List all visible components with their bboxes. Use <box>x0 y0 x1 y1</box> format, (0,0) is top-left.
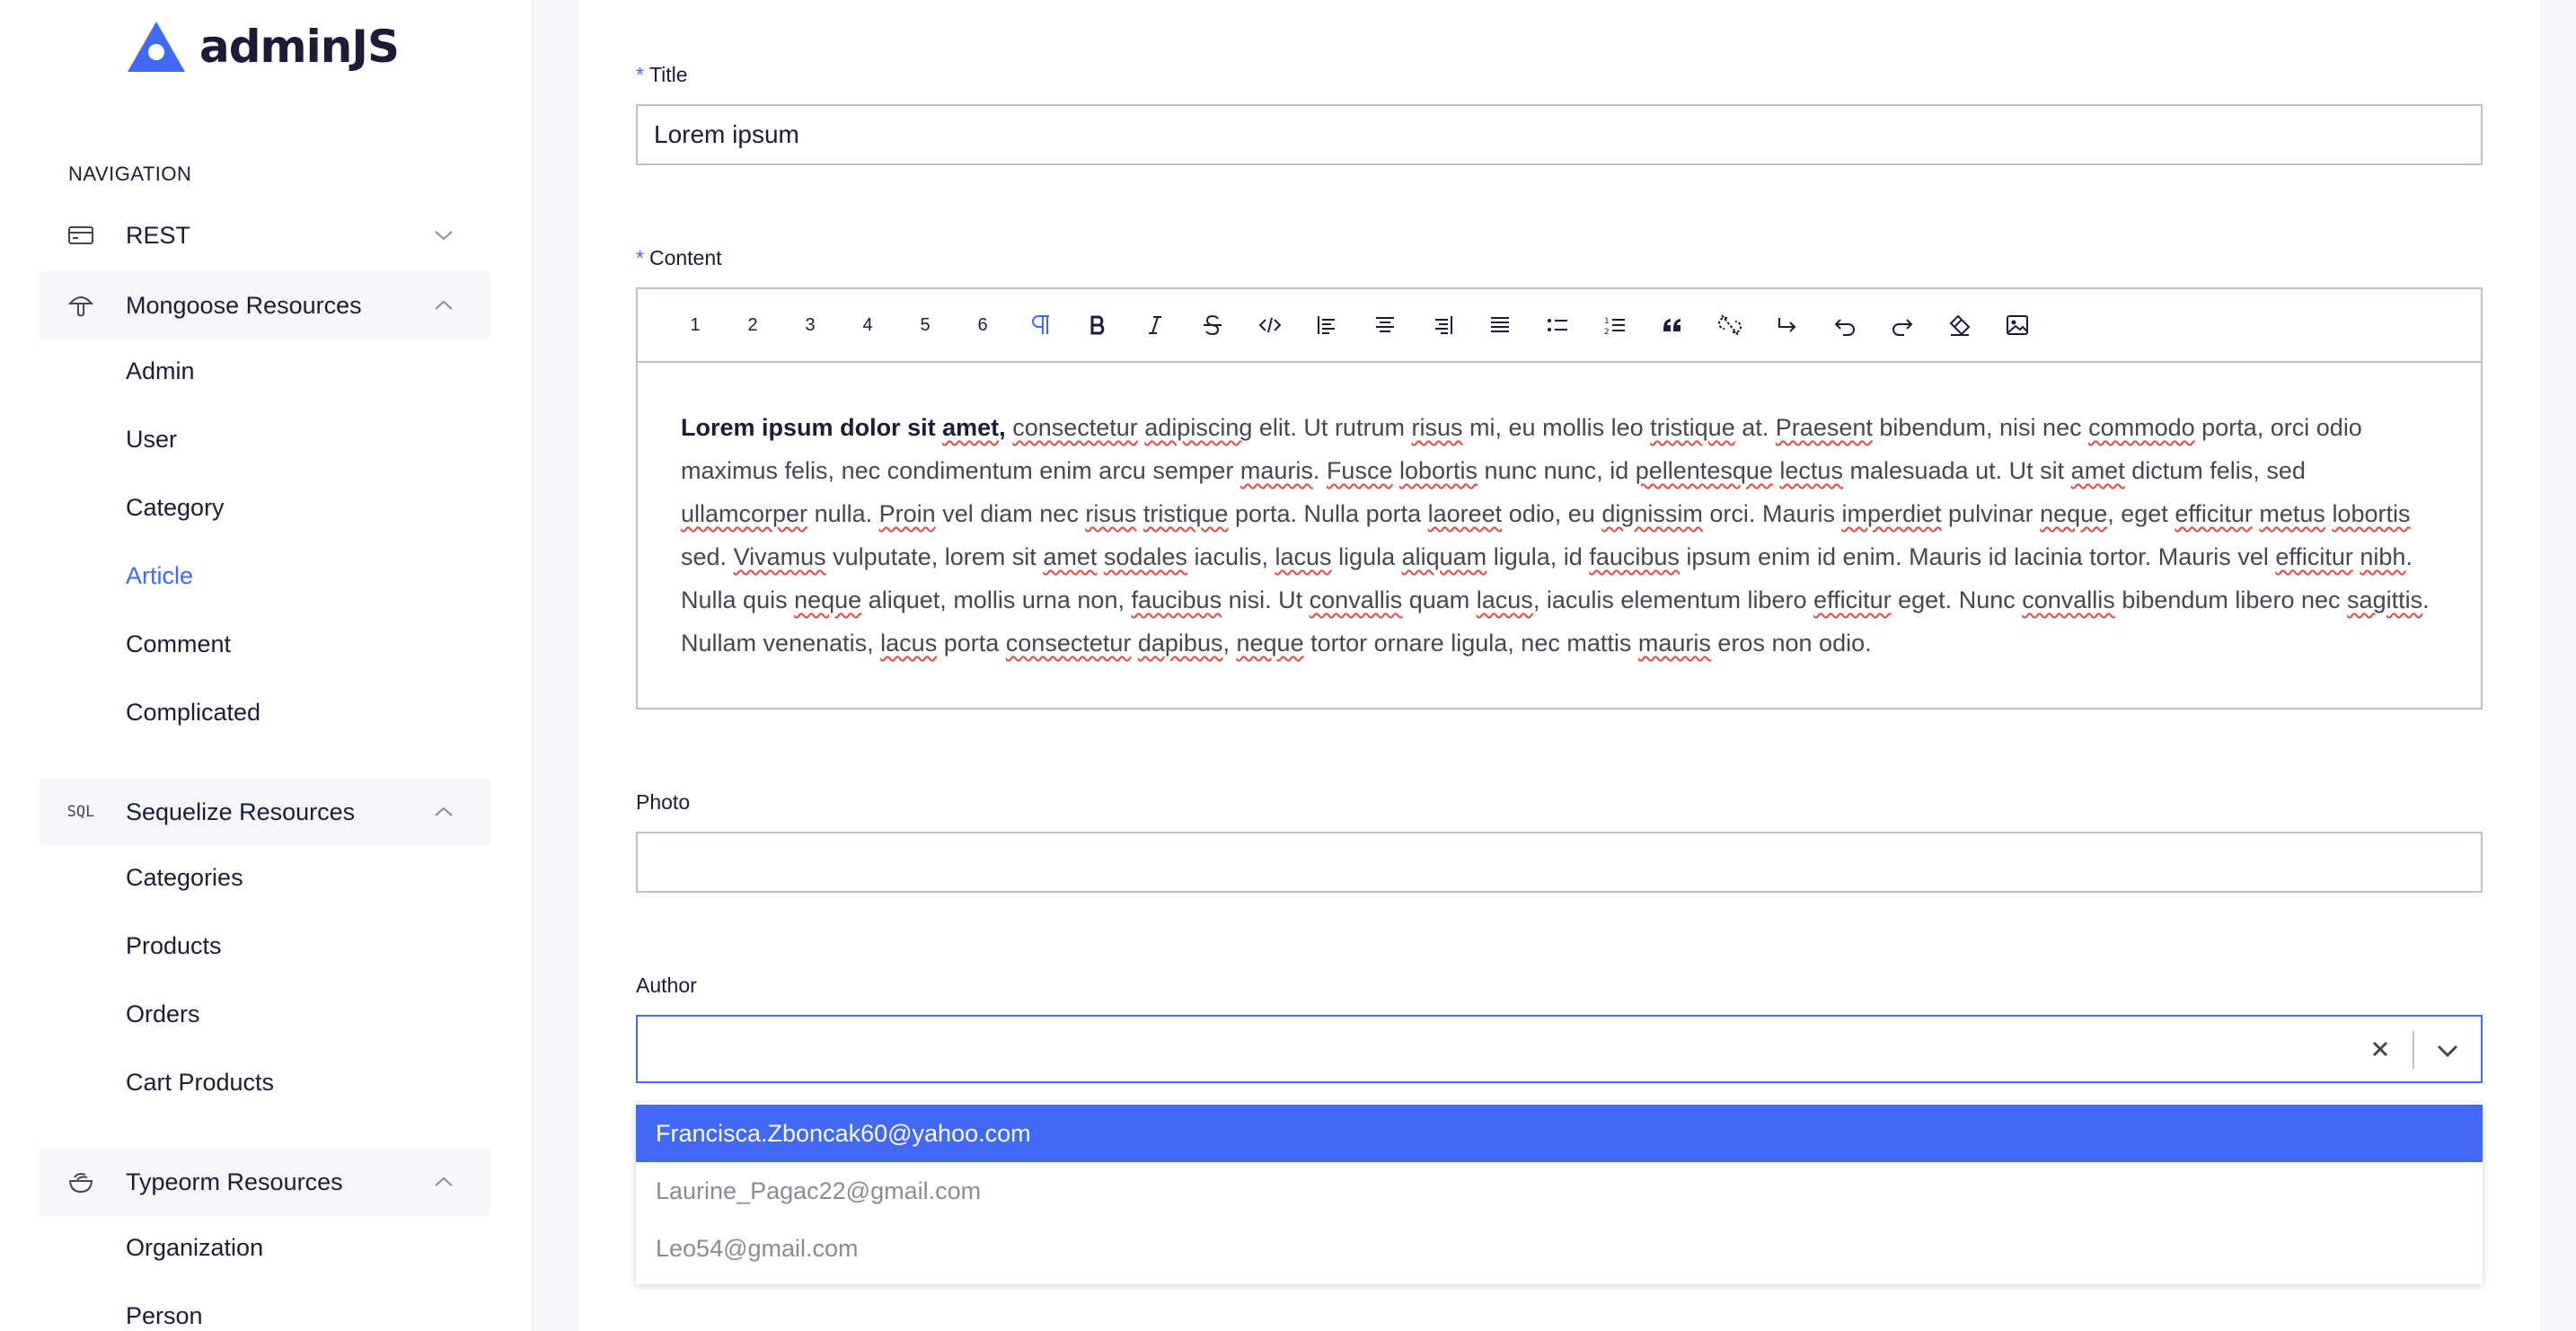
select-separator <box>2413 1031 2414 1069</box>
author-option[interactable]: Leo54@gmail.com <box>636 1220 2483 1277</box>
nav-group-label: Sequelize Resources <box>126 798 356 825</box>
close-icon[interactable] <box>2368 1036 2393 1062</box>
heading-3-button[interactable]: 3 <box>781 304 839 347</box>
heading-1-button[interactable]: 1 <box>666 304 724 347</box>
editor-content[interactable]: Lorem ipsum dolor sit amet, consectetur … <box>638 363 2481 665</box>
svg-text:1: 1 <box>1604 317 1610 326</box>
sidebar-item-admin[interactable]: Admin <box>126 357 195 385</box>
svg-text:2: 2 <box>1604 328 1610 337</box>
chevron-up-icon[interactable] <box>433 296 454 314</box>
chevron-down-icon[interactable] <box>2434 1038 2461 1063</box>
required-mark: * <box>636 63 644 86</box>
title-input[interactable] <box>636 104 2483 165</box>
chevron-up-icon[interactable] <box>433 803 454 821</box>
rich-text-editor[interactable]: 1 2 3 4 5 6 1 2 Lorem ipsum dolor sit am… <box>636 287 2483 710</box>
align-left-icon[interactable] <box>1299 304 1356 347</box>
nav-group-label: Mongoose Resources <box>126 291 362 319</box>
ordered-list-icon[interactable]: 12 <box>1586 304 1644 347</box>
sidebar-item-orders[interactable]: Orders <box>126 1000 200 1028</box>
sql-icon: SQL <box>66 803 95 821</box>
sidebar-item-cart-products[interactable]: Cart Products <box>126 1069 274 1097</box>
clear-format-icon[interactable] <box>1931 304 1989 347</box>
mushroom-icon <box>66 293 95 318</box>
title-label: * Title <box>636 63 688 86</box>
content-label: * Content <box>636 246 722 269</box>
heading-2-button[interactable]: 2 <box>724 304 781 347</box>
heading-5-button[interactable]: 5 <box>896 304 954 347</box>
align-right-icon[interactable] <box>1414 304 1471 347</box>
sidebar-item-person[interactable]: Person <box>126 1302 203 1330</box>
italic-icon[interactable] <box>1126 304 1184 347</box>
nav-group-rest[interactable]: REST <box>40 201 490 269</box>
logo[interactable]: adminJS <box>126 20 400 74</box>
sidebar-item-complicated[interactable]: Complicated <box>126 699 260 727</box>
nav-title: NAVIGATION <box>68 163 192 185</box>
adminjs-logo-icon <box>128 22 185 72</box>
heading-6-button[interactable]: 6 <box>954 304 1011 347</box>
unlink-icon[interactable] <box>1701 304 1759 347</box>
sidebar-item-article[interactable]: Article <box>126 562 193 590</box>
heading-4-button[interactable]: 4 <box>839 304 896 347</box>
sidebar: adminJS NAVIGATION REST Mongoose Resourc… <box>0 0 534 1331</box>
photo-label: Photo <box>636 790 691 814</box>
bullet-list-icon[interactable] <box>1529 304 1586 347</box>
undo-icon[interactable] <box>1816 304 1874 347</box>
sidebar-item-comment[interactable]: Comment <box>126 630 231 658</box>
nav-group-sequelize[interactable]: SQL Sequelize Resources <box>40 778 490 846</box>
content-bold-lead: Lorem ipsum dolor sit amet, <box>681 414 1006 441</box>
nav-group-label: REST <box>126 221 191 249</box>
sidebar-item-products[interactable]: Products <box>126 932 222 960</box>
sidebar-item-user[interactable]: User <box>126 426 177 454</box>
bold-icon[interactable] <box>1069 304 1126 347</box>
chevron-up-icon[interactable] <box>433 1173 454 1191</box>
photo-dropzone[interactable] <box>636 832 2483 893</box>
nav-group-mongoose[interactable]: Mongoose Resources <box>40 271 490 339</box>
chevron-down-icon[interactable] <box>433 226 454 244</box>
nav-group-typeorm[interactable]: Typeorm Resources <box>40 1148 490 1216</box>
sidebar-item-organization[interactable]: Organization <box>126 1234 263 1262</box>
bowl-icon <box>66 1169 95 1194</box>
author-option[interactable]: Francisca.Zboncak60@yahoo.com <box>636 1105 2483 1162</box>
form-panel: *Title *Content 1 2 3 4 5 6 <box>578 0 2540 1331</box>
required-mark: * <box>636 246 644 269</box>
author-option[interactable]: Laurine_Pagac22@gmail.com <box>636 1162 2483 1220</box>
logo-text: adminJS <box>199 21 400 73</box>
sidebar-item-categories[interactable]: Categories <box>126 864 243 892</box>
strikethrough-icon[interactable] <box>1184 304 1241 347</box>
author-dropdown-menu: Francisca.Zboncak60@yahoo.com Laurine_Pa… <box>636 1103 2483 1284</box>
align-center-icon[interactable] <box>1356 304 1414 347</box>
author-select[interactable] <box>636 1015 2483 1083</box>
nav-group-label: Typeorm Resources <box>126 1168 343 1195</box>
content-text: consectetur adipiscing elit. Ut rutrum r… <box>681 414 2430 657</box>
paragraph-icon[interactable] <box>1011 304 1069 347</box>
indent-icon[interactable] <box>1759 304 1816 347</box>
sidebar-item-category[interactable]: Category <box>126 494 225 522</box>
quote-icon[interactable] <box>1644 304 1701 347</box>
author-label: Author <box>636 974 697 997</box>
credit-card-icon <box>66 223 95 248</box>
image-icon[interactable] <box>1989 304 2046 347</box>
redo-icon[interactable] <box>1874 304 1931 347</box>
code-icon[interactable] <box>1241 304 1299 347</box>
editor-toolbar: 1 2 3 4 5 6 1 2 <box>638 289 2481 363</box>
align-justify-icon[interactable] <box>1471 304 1529 347</box>
